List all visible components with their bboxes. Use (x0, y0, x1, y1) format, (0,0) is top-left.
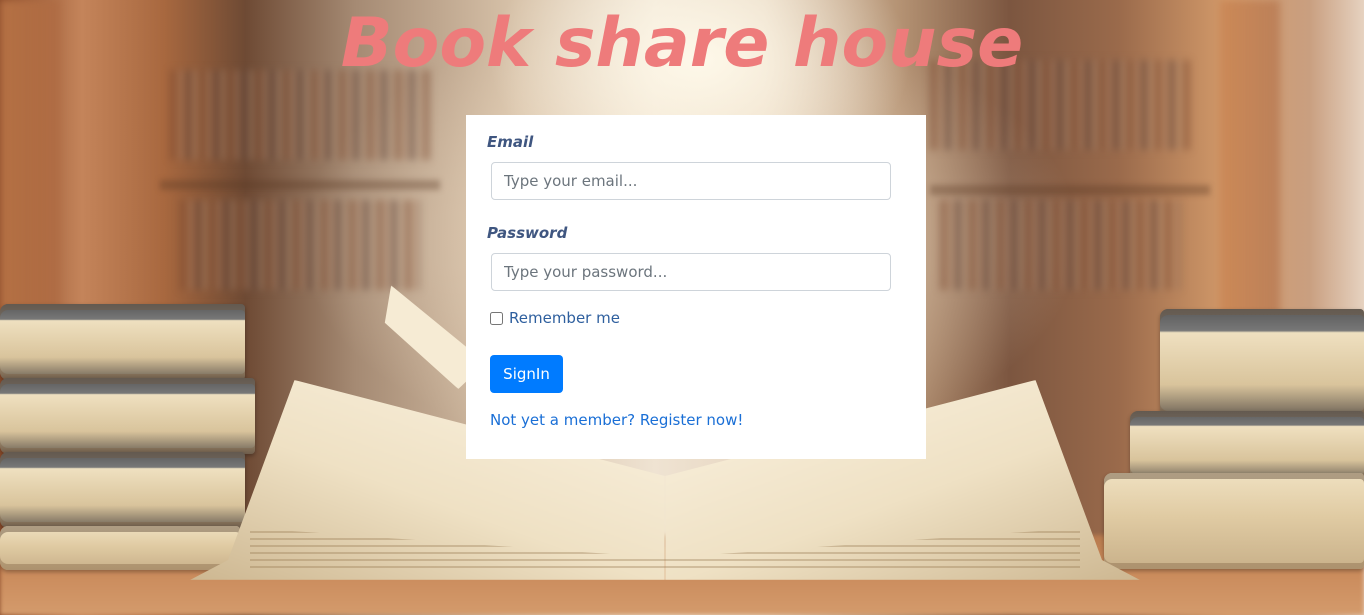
login-card: Email Password Remember me SignIn Not ye… (466, 115, 926, 459)
password-label: Password (487, 224, 568, 242)
email-input[interactable] (491, 162, 891, 200)
email-label: Email (487, 133, 534, 151)
background-shelf (160, 180, 440, 190)
remember-me-row: Remember me (490, 309, 620, 327)
signin-button[interactable]: SignIn (490, 355, 563, 393)
background-book-spines (940, 200, 1180, 290)
stacked-book (1160, 309, 1364, 417)
remember-me-checkbox[interactable] (490, 311, 503, 325)
site-title: Book share house (340, 4, 1024, 83)
stacked-book (1104, 473, 1364, 569)
stacked-book (1130, 411, 1364, 481)
background-book-spines (180, 200, 420, 290)
register-link[interactable]: Not yet a member? Register now! (490, 411, 743, 429)
remember-me-label[interactable]: Remember me (509, 309, 620, 327)
background-shelf (930, 185, 1210, 195)
password-input[interactable] (491, 253, 891, 291)
